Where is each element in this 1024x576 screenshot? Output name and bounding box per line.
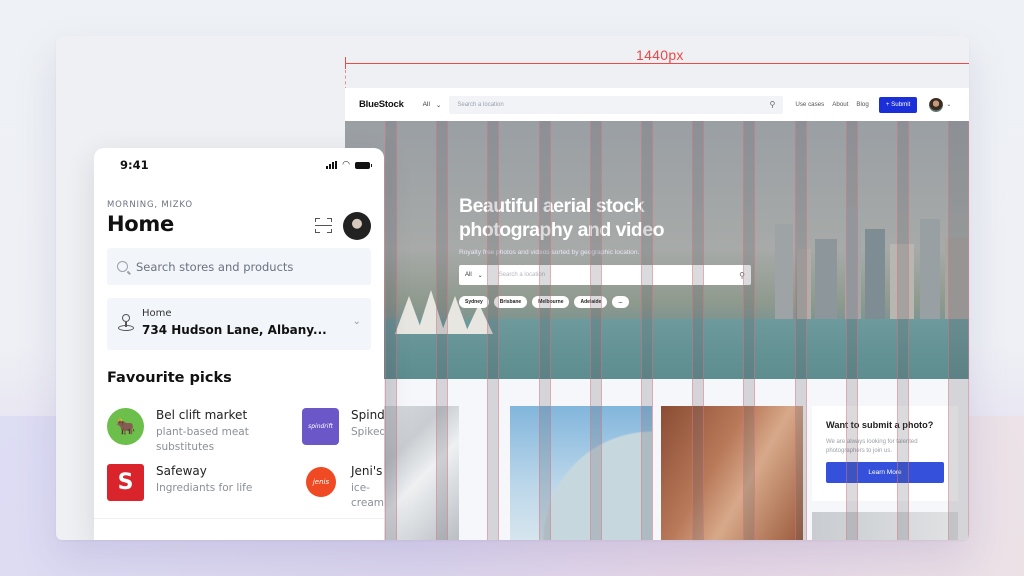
chip-brisbane[interactable]: Brisbane	[493, 296, 528, 308]
bull-logo-icon: 🐂	[107, 408, 144, 445]
store-desc: Ingrediants for life	[156, 482, 253, 494]
photo-card-dome[interactable]	[510, 406, 652, 540]
spindrift-logo-icon: spindrift	[302, 408, 339, 445]
scan-icon[interactable]	[315, 218, 332, 233]
system-icons: ◠	[326, 160, 372, 170]
nav-search-input[interactable]: Search a location ⚲	[449, 95, 784, 114]
hero-title: Beautiful aerial stock photography and v…	[459, 194, 665, 242]
submit-button[interactable]: + Submit	[878, 96, 918, 113]
building	[920, 219, 940, 319]
measure-line	[345, 63, 969, 64]
address-value: 734 Hudson Lane, Albany...	[142, 323, 327, 337]
nav-link-use-cases[interactable]: Use cases	[795, 101, 824, 108]
hero-category-value: All	[465, 271, 472, 278]
store-name: Bel clift market	[156, 408, 248, 422]
store-desc: Spiked	[351, 426, 384, 438]
hero-title-line: photography and video	[459, 219, 665, 241]
search-placeholder: Search a location	[457, 101, 504, 108]
building	[865, 229, 885, 319]
cta-text: We are always looking for talented photo…	[826, 439, 918, 454]
list-item[interactable]: spindrift Spindrift Spiked	[302, 408, 384, 445]
store-desc: plant-based meat substitutes	[156, 426, 249, 453]
category-value: All	[422, 101, 430, 108]
battery-icon	[355, 161, 372, 169]
hero-search-placeholder: Search a location	[498, 272, 546, 278]
avatar[interactable]	[343, 212, 371, 240]
store-name: Safeway	[156, 464, 207, 478]
chevron-down-icon: ⌄	[352, 316, 361, 327]
category-dropdown[interactable]: All ⌄	[423, 101, 442, 109]
address-selector[interactable]: Home 734 Hudson Lane, Albany... ⌄	[107, 298, 371, 350]
status-bar: 9:41 ◠	[94, 148, 384, 182]
list-item[interactable]: S Safeway Ingrediants for life	[107, 464, 252, 501]
page-title: Home	[107, 212, 174, 236]
hero-section: Beautiful aerial stock photography and v…	[345, 121, 969, 379]
address-label: Home	[142, 308, 172, 319]
location-pin-icon	[118, 314, 134, 332]
status-time: 9:41	[120, 158, 149, 172]
chevron-down-icon[interactable]: ⌄	[946, 101, 951, 108]
photo-card-building[interactable]	[661, 406, 803, 540]
site-logo[interactable]: BlueStock	[359, 99, 404, 110]
learn-more-button[interactable]: Learn More	[826, 462, 944, 483]
store-search-input[interactable]: Search stores and products	[107, 248, 371, 285]
wifi-icon: ◠	[342, 160, 350, 170]
store-name: Spindrift	[351, 408, 384, 422]
design-canvas: 1440px BlueStock All ⌄ Search a location…	[56, 36, 969, 540]
hero-title-line: Beautiful aerial stock	[459, 195, 645, 217]
chip-melbourne[interactable]: Melbourne	[532, 296, 570, 308]
photo-card-partial[interactable]	[812, 512, 958, 540]
submit-photo-card: Want to submit a photo? We are always lo…	[812, 406, 958, 501]
section-title: Favourite picks	[107, 370, 232, 386]
photo-grid: Want to submit a photo? We are always lo…	[345, 406, 969, 540]
building	[845, 209, 861, 319]
search-icon[interactable]: ⚲	[770, 100, 776, 109]
building	[775, 224, 793, 319]
measure-guide	[345, 70, 346, 90]
building	[945, 237, 969, 319]
hero-category-dropdown[interactable]: All ⌄	[465, 272, 483, 279]
building	[797, 249, 811, 319]
site-navbar: BlueStock All ⌄ Search a location ⚲ Use …	[345, 88, 969, 121]
location-chips: Sydney Brisbane Melbourne Adelaide ...	[459, 296, 629, 308]
nav-link-about[interactable]: About	[832, 101, 848, 108]
width-measure	[345, 57, 969, 90]
user-avatar[interactable]	[929, 97, 944, 112]
building	[815, 239, 837, 319]
chip-sydney[interactable]: Sydney	[459, 296, 489, 308]
signal-icon	[326, 161, 338, 169]
nav-links: Use cases About Blog	[795, 101, 868, 108]
jenis-logo-icon: jenis	[306, 467, 336, 497]
chip-adelaide[interactable]: Adelaide	[574, 296, 608, 308]
search-icon	[117, 261, 128, 272]
greeting: MORNING, MIZKO	[107, 200, 193, 210]
measure-label: 1440px	[636, 47, 684, 63]
hero-search-input[interactable]: All ⌄ Search a location ⚲	[459, 265, 751, 285]
list-item[interactable]: jenis Jeni's ice-cream	[302, 464, 384, 511]
chip-more[interactable]: ...	[612, 296, 629, 308]
mobile-app-screen: 9:41 ◠ MORNING, MIZKO Home Search stores…	[94, 148, 384, 540]
hero-subtitle: Royalty free photos and videos sorted by…	[459, 249, 640, 256]
store-desc: ice-cream	[351, 482, 384, 509]
chevron-down-icon: ⌄	[477, 272, 483, 279]
safeway-logo-icon: S	[107, 464, 144, 501]
search-icon[interactable]: ⚲	[739, 271, 745, 280]
divider	[94, 518, 384, 519]
chevron-down-icon: ⌄	[435, 101, 442, 109]
nav-link-blog[interactable]: Blog	[856, 101, 868, 108]
building	[890, 244, 914, 319]
desktop-site: BlueStock All ⌄ Search a location ⚲ Use …	[345, 88, 969, 540]
list-item[interactable]: 🐂 Bel clift market plant-based meat subs…	[107, 408, 256, 455]
store-name: Jeni's	[351, 464, 383, 478]
search-placeholder: Search stores and products	[136, 259, 294, 274]
cta-title: Want to submit a photo?	[826, 420, 934, 430]
